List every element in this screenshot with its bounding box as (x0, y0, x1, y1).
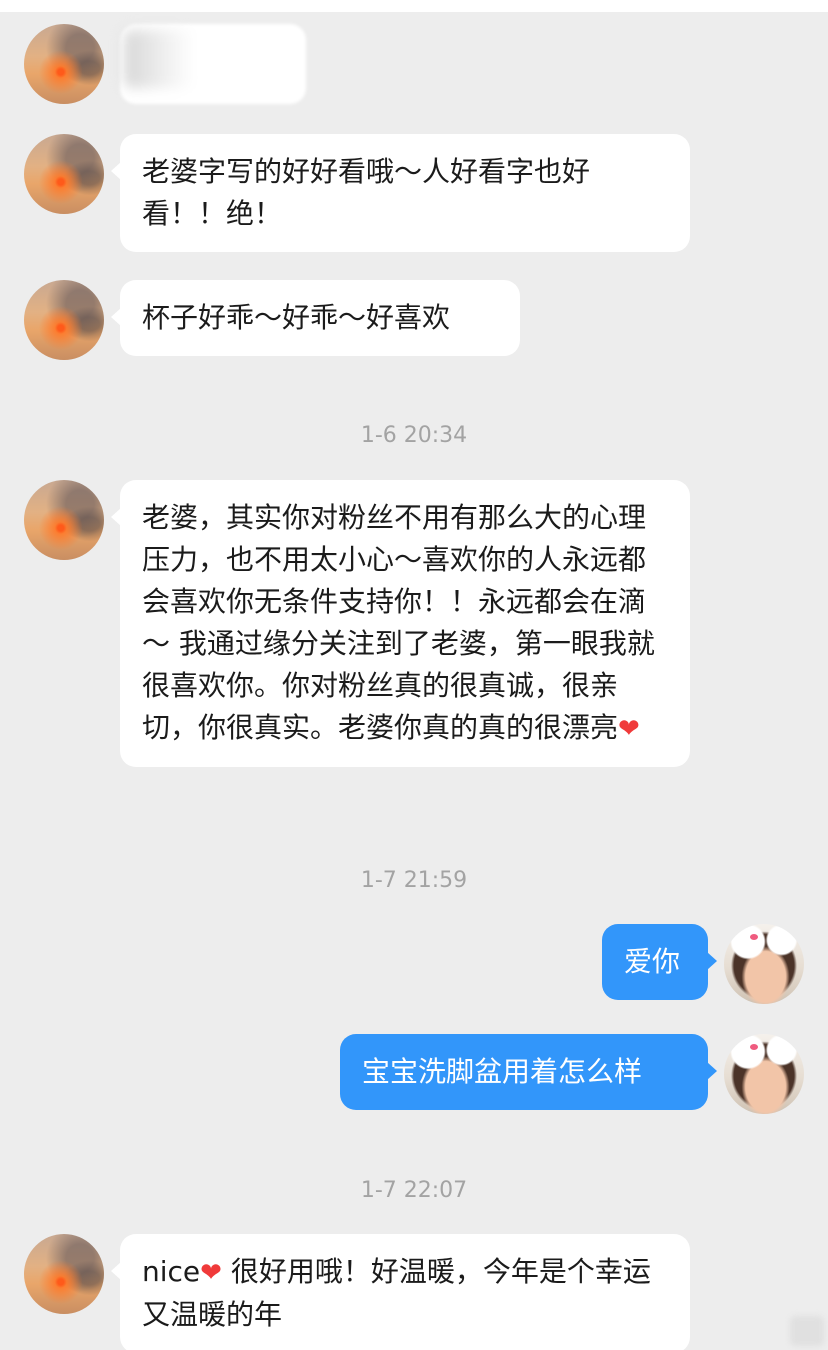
watermark (790, 1316, 824, 1346)
message-row: 老婆，其实你对粉丝不用有那么大的心理压力，也不用太小心～喜欢你的人永远都会喜欢你… (0, 480, 828, 804)
message-row: nice❤ 很好用哦！好温暖，今年是个幸运又温暖的年 (0, 1234, 828, 1350)
message-text: 宝宝洗脚盆用着怎么样 (362, 1055, 643, 1088)
contact-avatar[interactable] (24, 480, 104, 560)
message-bubble-outgoing[interactable]: 宝宝洗脚盆用着怎么样 (340, 1034, 717, 1110)
message-row: 爱你 (0, 924, 828, 1004)
message-bubble-outgoing[interactable]: 爱你 (602, 924, 717, 1000)
timestamp: 1-6 20:34 (360, 423, 468, 448)
message-bubble-blurred[interactable] (120, 24, 306, 104)
message-text: 老婆，其实你对粉丝不用有那么大的心理压力，也不用太小心～喜欢你的人永远都会喜欢你… (142, 501, 655, 744)
header-edge (0, 0, 828, 12)
message-row: 杯子好乖～好乖～好喜欢 (0, 280, 828, 360)
contact-avatar[interactable] (24, 1234, 104, 1314)
heart-icon: ❤ (200, 1258, 222, 1288)
message-text: 老婆字写的好好看哦～人好看字也好看！！绝！ (142, 155, 591, 230)
contact-avatar[interactable] (24, 134, 104, 214)
message-row (0, 22, 828, 106)
message-bubble[interactable]: 老婆，其实你对粉丝不用有那么大的心理压力，也不用太小心～喜欢你的人永远都会喜欢你… (111, 480, 690, 767)
message-text-start: nice (142, 1255, 201, 1288)
message-text: 杯子好乖～好乖～好喜欢 (142, 301, 451, 334)
contact-avatar[interactable] (24, 280, 104, 360)
timestamp: 1-7 22:07 (360, 1178, 468, 1203)
user-avatar[interactable] (724, 1034, 804, 1114)
user-avatar[interactable] (724, 924, 804, 1004)
redacted-content (124, 30, 194, 88)
message-bubble[interactable]: 老婆字写的好好看哦～人好看字也好看！！绝！ (111, 134, 690, 252)
message-bubble[interactable]: 杯子好乖～好乖～好喜欢 (111, 280, 520, 356)
timestamp: 1-7 21:59 (360, 868, 468, 893)
contact-avatar[interactable] (24, 24, 104, 104)
message-row: 老婆字写的好好看哦～人好看字也好看！！绝！ (0, 134, 828, 252)
message-bubble[interactable]: nice❤ 很好用哦！好温暖，今年是个幸运又温暖的年 (111, 1234, 690, 1350)
chat-view: 老婆字写的好好看哦～人好看字也好看！！绝！ 杯子好乖～好乖～好喜欢 1-6 20… (0, 0, 828, 1350)
message-row: 宝宝洗脚盆用着怎么样 (0, 1034, 828, 1114)
message-text: 爱你 (624, 945, 681, 978)
heart-icon: ❤ (618, 714, 640, 744)
